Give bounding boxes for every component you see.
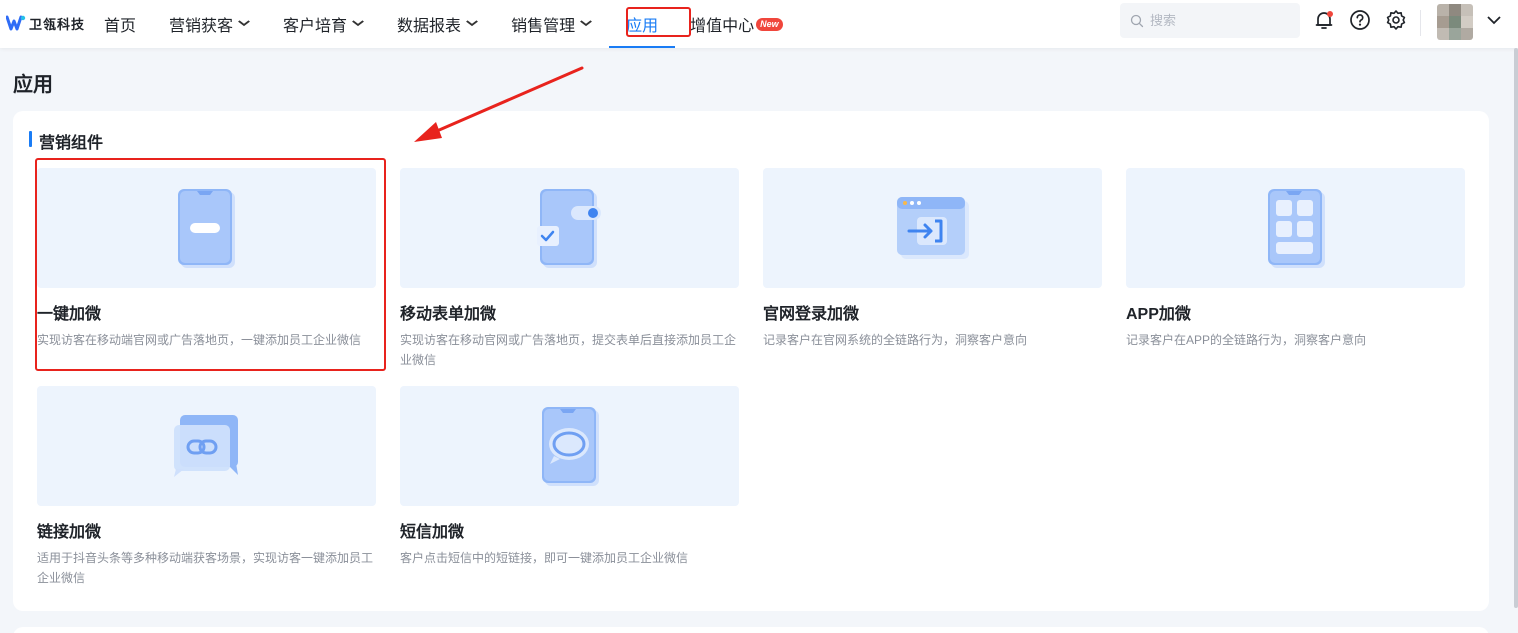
card-description: 实现访客在移动端官网或广告落地页，一键添加员工企业微信 bbox=[37, 333, 362, 347]
new-badge: New bbox=[756, 17, 783, 31]
chevron-down-icon bbox=[238, 18, 251, 30]
nav-item-reports[interactable]: 数据报表 bbox=[397, 0, 479, 48]
marketing-components-panel: 营销组件 一键加微 实现访客在移动端官网或广告落地页，一键添加员工企业微信 移动… bbox=[13, 111, 1489, 611]
card-title: 官网登录加微 bbox=[763, 306, 860, 323]
card-title: 移动表单加微 bbox=[400, 306, 497, 323]
section-title: 营销组件 bbox=[29, 129, 103, 153]
card-thumbnail bbox=[400, 386, 739, 506]
bell-icon[interactable] bbox=[1312, 8, 1336, 32]
app-card-one-click-add[interactable]: 一键加微 实现访客在移动端官网或广告落地页，一键添加员工企业微信 bbox=[37, 168, 377, 368]
nav-item-label: 首页 bbox=[104, 18, 137, 35]
annotation-arrow bbox=[414, 66, 584, 142]
chevron-down-icon bbox=[466, 18, 479, 30]
card-thumbnail bbox=[37, 386, 376, 506]
brand-logo-mark bbox=[6, 15, 26, 31]
card-thumbnail bbox=[1126, 168, 1465, 288]
brand-logo[interactable]: 卫瓴科技 bbox=[6, 12, 85, 34]
nav-item-label: 客户培育 bbox=[283, 18, 348, 35]
sms-icon bbox=[541, 407, 599, 486]
gear-icon[interactable] bbox=[1384, 8, 1408, 32]
nav-item-marketing[interactable]: 营销获客 bbox=[169, 0, 251, 48]
app-card-mobile-form-add[interactable]: 移动表单加微 实现访客在移动官网或广告落地页，提交表单后直接添加员工企业微信 bbox=[400, 168, 740, 368]
nav-item-value-center[interactable]: 增值中心 New bbox=[690, 0, 783, 48]
nav-item-sales[interactable]: 销售管理 bbox=[511, 0, 593, 48]
nav-item-label: 应用 bbox=[626, 18, 659, 35]
card-description: 记录客户在官网系统的全链路行为，洞察客户意向 bbox=[763, 333, 1028, 347]
help-icon[interactable] bbox=[1348, 8, 1372, 32]
card-title: 链接加微 bbox=[37, 524, 102, 541]
nav-item-apps[interactable]: 应用 bbox=[609, 0, 676, 48]
next-panel-edge bbox=[13, 627, 1489, 633]
card-description: 记录客户在APP的全链路行为，洞察客户意向 bbox=[1126, 333, 1367, 347]
brand-name: 卫瓴科技 bbox=[29, 16, 86, 32]
chevron-down-icon[interactable] bbox=[1482, 8, 1506, 32]
search-box[interactable] bbox=[1120, 3, 1300, 38]
app-card-link-add[interactable]: 链接加微 适用于抖音头条等多种移动端获客场景，实现访客一键添加员工企业微信 bbox=[37, 386, 377, 586]
link-chat-icon bbox=[173, 415, 238, 477]
app-card-app-add[interactable]: APP加微 记录客户在APP的全链路行为，洞察客户意向 bbox=[1126, 168, 1466, 368]
chevron-down-icon bbox=[580, 18, 593, 30]
card-description: 实现访客在移动官网或广告落地页，提交表单后直接添加员工企业微信 bbox=[400, 333, 737, 367]
app-card-sms-add[interactable]: 短信加微 客户点击短信中的短链接，即可一键添加员工企业微信 bbox=[400, 386, 740, 586]
phone-button-icon bbox=[177, 189, 235, 268]
nav-item-label: 销售管理 bbox=[511, 18, 576, 35]
header-divider bbox=[1420, 10, 1421, 36]
app-card-website-login-add[interactable]: 官网登录加微 记录客户在官网系统的全链路行为，洞察客户意向 bbox=[763, 168, 1103, 368]
nav-item-label: 增值中心 bbox=[690, 18, 755, 35]
phone-form-icon bbox=[536, 189, 601, 268]
nav-item-home[interactable]: 首页 bbox=[104, 0, 136, 48]
nav-item-nurture[interactable]: 客户培育 bbox=[283, 0, 365, 48]
search-input[interactable] bbox=[1150, 13, 1290, 28]
card-title: 短信加微 bbox=[400, 524, 465, 541]
card-title: 一键加微 bbox=[37, 306, 102, 323]
card-title: APP加微 bbox=[1126, 306, 1191, 323]
chevron-down-icon bbox=[352, 18, 365, 30]
app-grid-icon bbox=[1267, 189, 1325, 268]
main-nav: 首页 营销获客 客户培育 数据报表 销售管理 应用 增值中心 New bbox=[104, 0, 783, 48]
card-thumbnail bbox=[763, 168, 1102, 288]
card-thumbnail bbox=[37, 168, 376, 288]
card-thumbnail bbox=[400, 168, 739, 288]
nav-item-label: 营销获客 bbox=[169, 18, 234, 35]
search-icon bbox=[1130, 14, 1144, 27]
avatar[interactable] bbox=[1437, 4, 1473, 40]
top-navbar: 卫瓴科技 首页 营销获客 客户培育 数据报表 销售管理 应用 增值中心 New … bbox=[0, 0, 1518, 48]
page-scrollbar[interactable] bbox=[1514, 48, 1518, 608]
nav-item-label: 数据报表 bbox=[397, 18, 462, 35]
page-title: 应用 bbox=[13, 74, 53, 96]
card-description: 客户点击短信中的短链接，即可一键添加员工企业微信 bbox=[400, 551, 689, 565]
browser-login-icon bbox=[896, 197, 969, 259]
card-description: 适用于抖音头条等多种移动端获客场景，实现访客一键添加员工企业微信 bbox=[37, 551, 374, 585]
